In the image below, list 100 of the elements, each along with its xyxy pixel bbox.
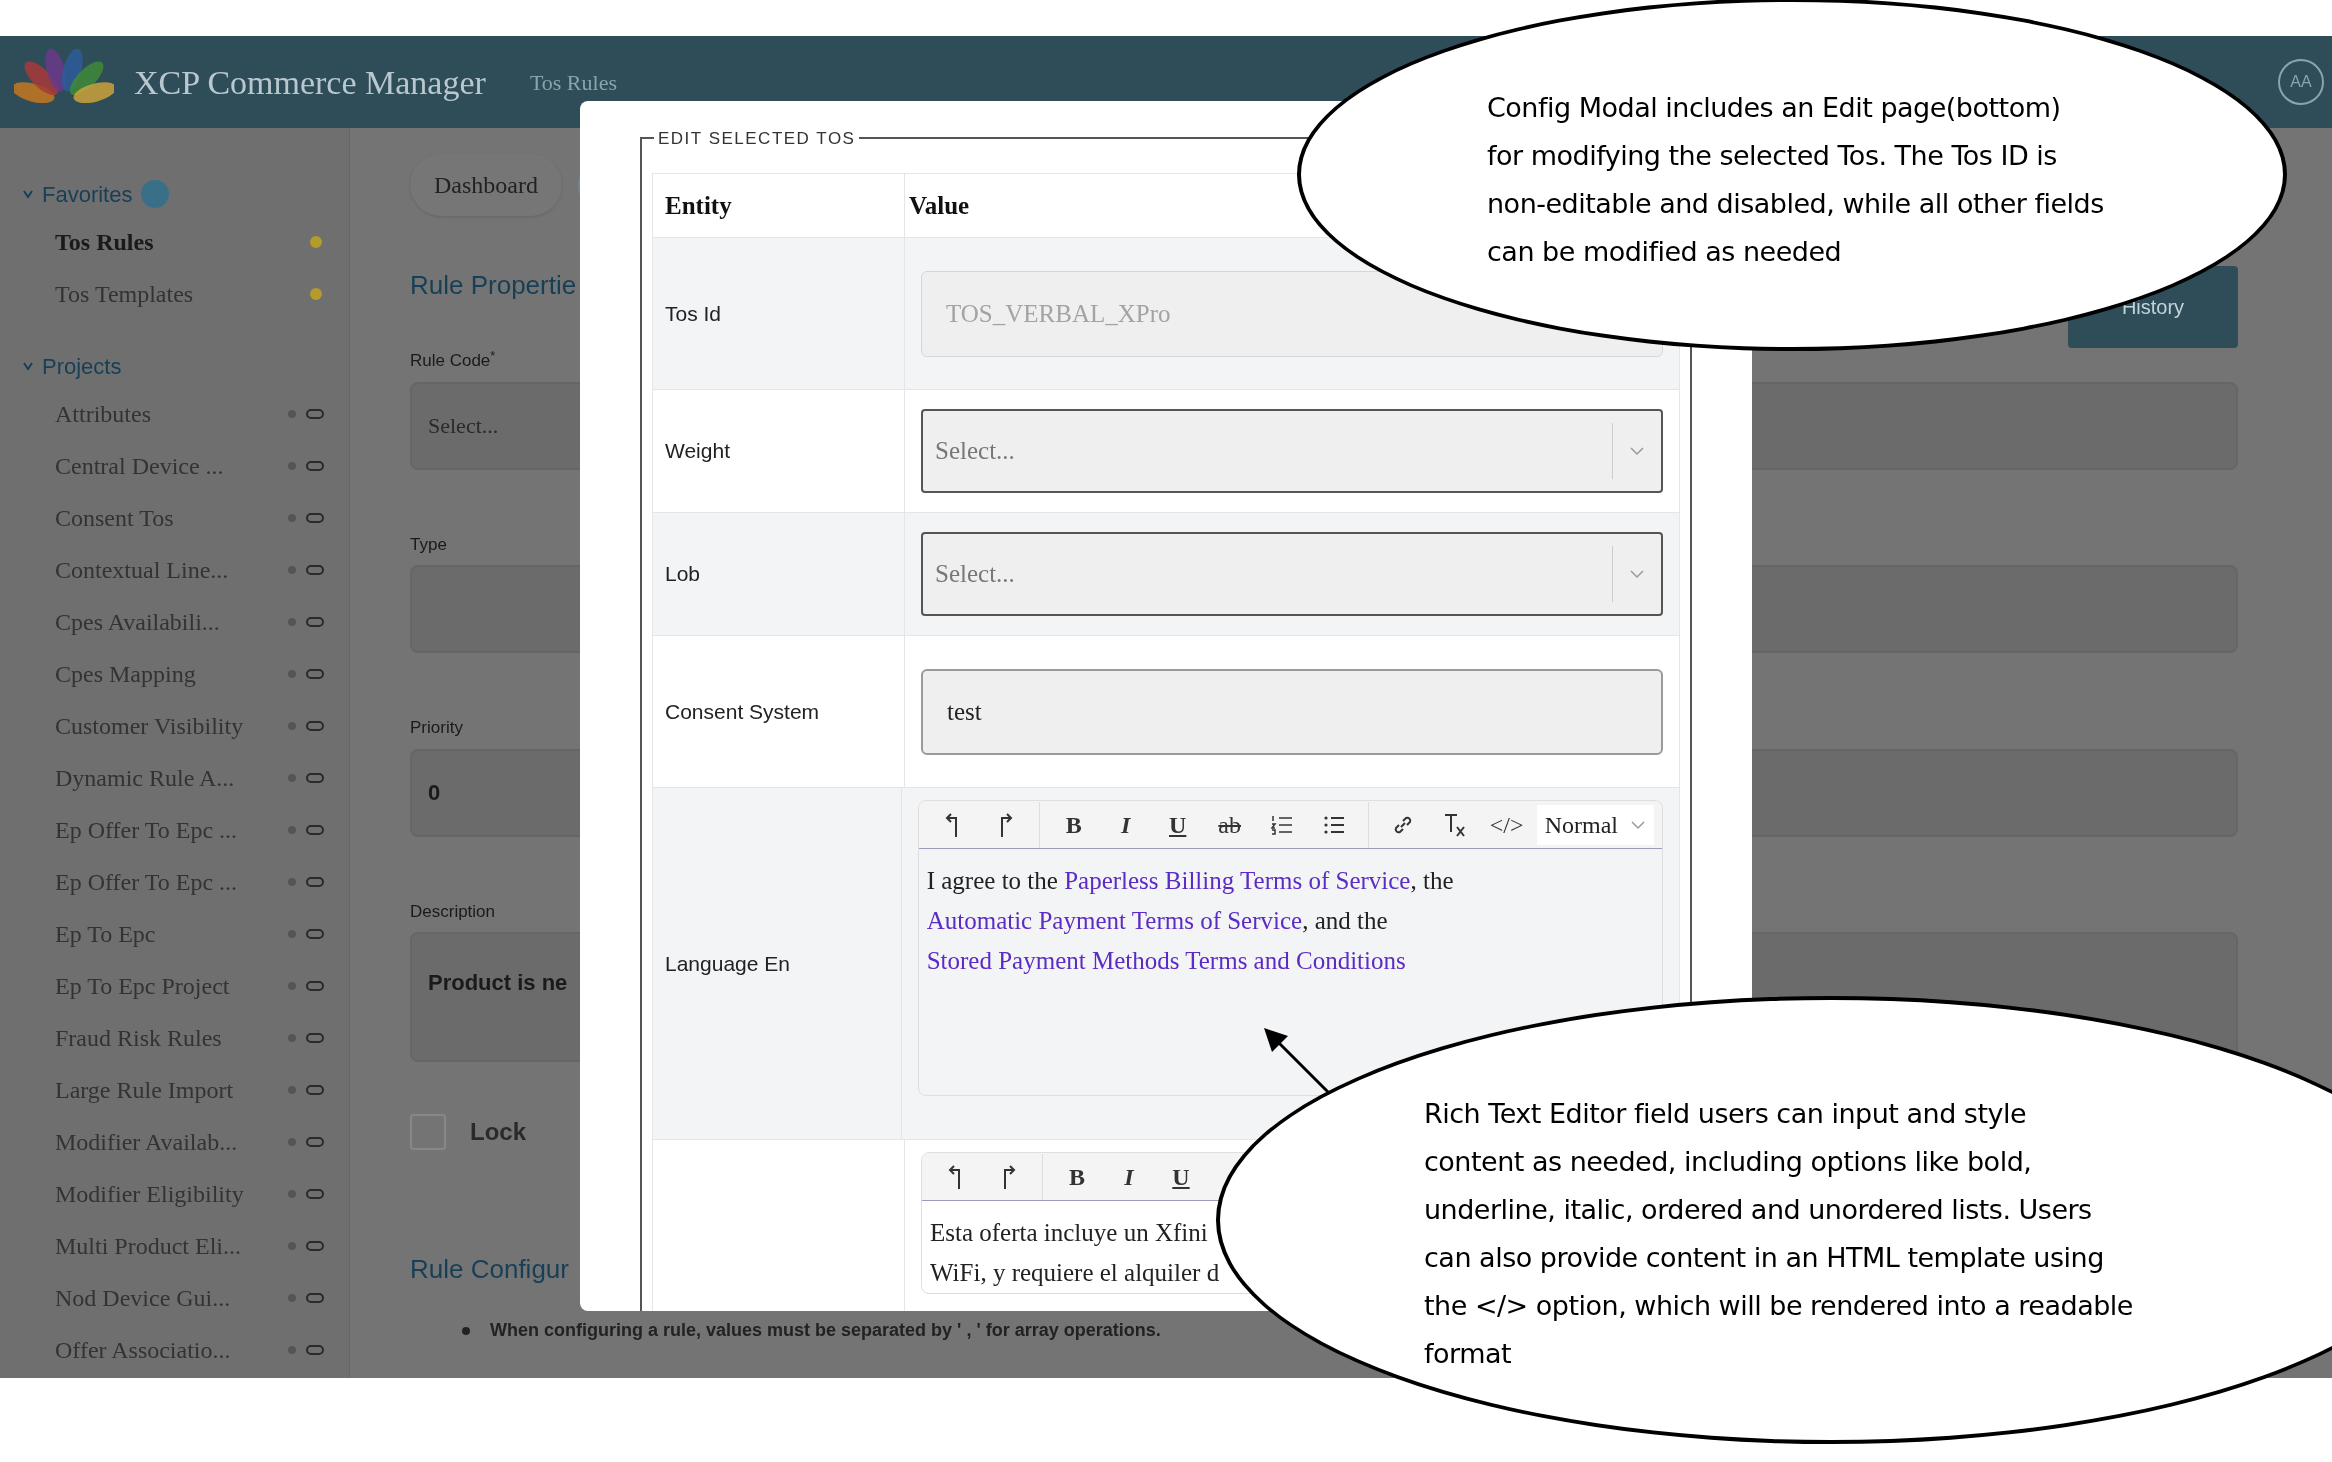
pill-icon[interactable] xyxy=(306,1032,324,1044)
strike-button[interactable]: ab xyxy=(1203,804,1256,845)
sidebar-item[interactable]: Attributes xyxy=(0,388,349,440)
section-heading: Rule Configur xyxy=(410,1253,569,1286)
dot-icon[interactable] xyxy=(286,668,298,680)
sidebar-item[interactable]: Cpes Availabili... xyxy=(0,596,349,648)
pill-icon[interactable] xyxy=(306,616,324,628)
callout-text: Config Modal includes an Edit page(bottom) for modifying the selected Tos. The Tos ID is non-editable and disabled, while all other fields can be modified as needed xyxy=(1487,91,2105,269)
heading-select[interactable]: Normal xyxy=(1536,804,1654,845)
sidebar-item[interactable]: Contextual Line... xyxy=(0,544,349,596)
breadcrumb[interactable]: Tos Rules xyxy=(529,65,617,99)
sidebar-item[interactable]: Tos Rules xyxy=(0,216,349,268)
pill-icon[interactable] xyxy=(306,1292,324,1304)
editor-text: Esta oferta incluye un Xfini xyxy=(930,1218,1208,1248)
link[interactable]: Paperless Billing Terms of Service xyxy=(1064,867,1411,894)
bold-button[interactable]: B xyxy=(1051,1156,1103,1197)
chevron-down-icon xyxy=(1629,446,1645,456)
sidebar-item[interactable]: Consent Tos xyxy=(0,492,349,544)
select-field[interactable]: Select... xyxy=(921,532,1663,616)
sidebar-item[interactable]: Ep Offer To Epc ... xyxy=(0,856,349,908)
sidebar-item[interactable]: Central Device ... xyxy=(0,440,349,492)
dot-icon[interactable] xyxy=(286,408,298,420)
sidebar-item[interactable]: Ep To Epc xyxy=(0,908,349,960)
entity-label: Tos Id xyxy=(665,300,722,327)
text-input[interactable]: test xyxy=(921,668,1663,755)
italic-button[interactable]: I xyxy=(1099,804,1152,845)
dot-icon[interactable] xyxy=(286,1084,298,1096)
dot-icon[interactable] xyxy=(286,1032,298,1044)
section-title[interactable]: Projects xyxy=(42,349,122,383)
pill-icon[interactable] xyxy=(306,720,324,732)
editor-text: I agree to the Paperless Billing Terms of Service, the Automatic Payment Terms of Service, and the Stored Payment Methods Terms and Conditions xyxy=(925,866,1455,976)
pill-icon[interactable] xyxy=(306,460,324,472)
field-label: Rule Code$^{*}$ xyxy=(410,348,496,372)
pill-icon[interactable] xyxy=(306,980,324,992)
pill-icon[interactable] xyxy=(306,772,324,784)
sidebar-item[interactable]: Fraud Risk Rules xyxy=(0,1012,349,1064)
chevron-down-icon xyxy=(1629,569,1645,579)
dot-icon[interactable] xyxy=(286,824,298,836)
section-title[interactable]: Favorites xyxy=(42,177,133,211)
underline-button[interactable]: U xyxy=(1155,1156,1207,1197)
pill-icon[interactable] xyxy=(306,876,324,888)
dot-icon[interactable] xyxy=(286,512,298,524)
dot-icon[interactable] xyxy=(286,1292,298,1304)
chevron-icon[interactable] xyxy=(22,188,34,200)
pill-icon[interactable] xyxy=(306,1188,324,1200)
column-header: Entity xyxy=(653,174,905,237)
sidebar-item[interactable]: Large Rule Import xyxy=(0,1064,349,1116)
numbered-list-icon[interactable] xyxy=(1270,814,1293,835)
bullet-list-icon[interactable] xyxy=(1322,814,1345,835)
select-field[interactable]: Select... xyxy=(921,409,1663,493)
field-label: Description xyxy=(410,900,496,923)
dot-icon[interactable] xyxy=(286,1344,298,1356)
pill-icon[interactable] xyxy=(306,1240,324,1252)
dot-icon[interactable] xyxy=(286,928,298,940)
dot-icon[interactable] xyxy=(286,460,298,472)
sidebar-item[interactable]: Customer Visibility xyxy=(0,700,349,752)
dot-icon[interactable] xyxy=(286,564,298,576)
pill-icon[interactable] xyxy=(306,1084,324,1096)
entity-label: Weight xyxy=(665,438,730,465)
link[interactable]: Automatic Payment Terms of Service xyxy=(926,907,1303,934)
pill-icon[interactable] xyxy=(306,564,324,576)
dot-icon[interactable] xyxy=(286,876,298,888)
dot-icon[interactable] xyxy=(286,1188,298,1200)
tab[interactable]: Dashboard xyxy=(410,154,562,216)
bold-button[interactable]: B xyxy=(1047,804,1100,845)
link[interactable]: Stored Payment Methods Terms and Conditions xyxy=(926,947,1406,974)
sidebar-item[interactable]: Ep To Epc Project xyxy=(0,960,349,1012)
pill-icon[interactable] xyxy=(306,928,324,940)
sidebar-item[interactable]: Ep Offer To Epc ... xyxy=(0,804,349,856)
dot-icon[interactable] xyxy=(286,980,298,992)
sidebar-item[interactable]: Multi Product Eli... xyxy=(0,1220,349,1272)
pill-icon[interactable] xyxy=(306,668,324,680)
pill-icon[interactable] xyxy=(306,1344,324,1356)
pill-icon[interactable] xyxy=(306,824,324,836)
sidebar-item[interactable]: Tos Templates xyxy=(0,268,349,320)
sidebar-item[interactable]: Modifier Availab... xyxy=(0,1116,349,1168)
underline-button[interactable]: U xyxy=(1151,804,1204,845)
entity-label: Language En xyxy=(665,950,790,977)
sidebar-item[interactable]: Offer Associatio... xyxy=(0,1324,349,1376)
dot-icon[interactable] xyxy=(286,772,298,784)
dot-icon[interactable] xyxy=(286,1136,298,1148)
sidebar-item[interactable]: Cpes Mapping xyxy=(0,648,349,700)
code-button[interactable]: </> xyxy=(1480,804,1533,845)
pill-icon[interactable] xyxy=(306,408,324,420)
pill-icon[interactable] xyxy=(306,1136,324,1148)
field-label: Priority xyxy=(410,717,463,739)
rich-text-editor[interactable]: B I U ab </> Normal I agree to the Paperless Billing Terms of Service, the Automatic Payment Terms of Service, and the Stored Payment Methods Terms and Conditions xyxy=(917,800,1663,1096)
dot-icon[interactable] xyxy=(286,616,298,628)
app-title: XCP Commerce Manager xyxy=(134,62,486,103)
sidebar-item[interactable]: Nod Device Gui... xyxy=(0,1272,349,1324)
avatar[interactable]: AA xyxy=(2278,59,2324,105)
clear-format-icon[interactable] xyxy=(1442,811,1467,838)
dot-icon[interactable] xyxy=(286,1240,298,1252)
column-header: Value xyxy=(909,190,970,221)
italic-button[interactable]: I xyxy=(1103,1156,1155,1197)
dot-icon[interactable] xyxy=(286,720,298,732)
sidebar-item[interactable]: Dynamic Rule A... xyxy=(0,752,349,804)
chevron-icon[interactable] xyxy=(22,360,34,372)
pill-icon[interactable] xyxy=(306,512,324,524)
sidebar-item[interactable]: Modifier Eligibility xyxy=(0,1168,349,1220)
